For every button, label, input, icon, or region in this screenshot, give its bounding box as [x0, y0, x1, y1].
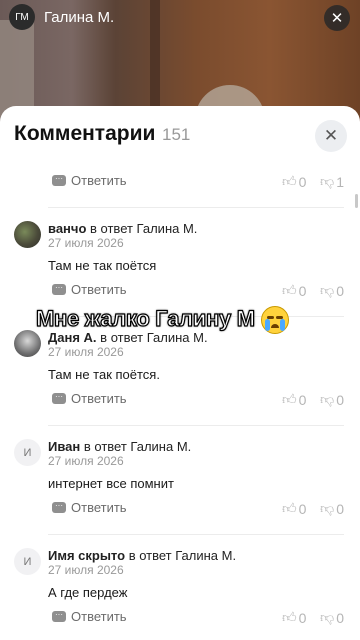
- overlay-caption: Мне жалко Галину М: [35, 305, 289, 335]
- reply-label: Ответить: [71, 173, 127, 188]
- sheet-title: Комментарии: [14, 122, 156, 145]
- overlay-caption-text: Мне жалко Галину М: [35, 305, 255, 331]
- like-count: 0: [298, 609, 307, 626]
- like-button[interactable]: 👍︎ 0: [282, 282, 306, 299]
- chat-icon: ···: [52, 175, 66, 186]
- comment-text: Там не так поётся.: [48, 367, 160, 382]
- divider: [48, 425, 344, 426]
- dislike-button[interactable]: 👎︎ 0: [320, 500, 344, 517]
- comment-author[interactable]: ванчо: [48, 221, 86, 236]
- top-bar: ГМ Галина М. ✕: [0, 0, 360, 34]
- divider: [48, 207, 344, 208]
- like-button[interactable]: 👍︎ 0: [282, 391, 306, 408]
- comments-sheet: Комментарии 151 ✕ ··· Ответить 👍︎ 0 👎︎ 1…: [0, 106, 360, 640]
- thumbs-down-icon: 👎︎: [320, 282, 335, 298]
- like-button[interactable]: 👍︎ 0: [282, 173, 306, 190]
- comment-header: ванчо в ответ Галина М.: [48, 221, 197, 236]
- comment-reply-to: в ответ Галина М.: [128, 548, 237, 563]
- comment-reply-to: в ответ Галина М.: [83, 439, 192, 454]
- avatar[interactable]: [14, 221, 41, 248]
- channel-name[interactable]: Галина М.: [44, 9, 114, 26]
- dislike-count: 0: [336, 282, 345, 299]
- like-count: 0: [298, 500, 307, 517]
- comment-author[interactable]: Иван: [48, 439, 80, 454]
- comment-date: 27 июля 2026: [48, 345, 124, 359]
- divider: [48, 534, 344, 535]
- thumbs-up-icon: 👍︎: [282, 282, 297, 298]
- reply-label: Ответить: [71, 391, 127, 406]
- dislike-button[interactable]: 👎︎ 1: [320, 173, 344, 190]
- thumbs-up-icon: 👍︎: [282, 609, 297, 625]
- comment-date: 27 июля 2026: [48, 563, 124, 577]
- like-count: 0: [298, 282, 307, 299]
- like-button[interactable]: 👍︎ 0: [282, 609, 306, 626]
- thumbs-up-icon: 👍︎: [282, 391, 297, 407]
- sheet-header: Комментарии 151 ✕: [0, 106, 360, 162]
- comments-count: 151: [162, 125, 191, 144]
- like-count: 0: [298, 391, 307, 408]
- loudly-crying-face-icon: [260, 306, 289, 335]
- comment-author[interactable]: Имя скрыто: [48, 548, 125, 563]
- dislike-count: 1: [336, 173, 345, 190]
- comment-header: Имя скрыто в ответ Галина М.: [48, 548, 236, 563]
- thumbs-down-icon: 👎︎: [320, 391, 335, 407]
- comment-text: интернет все помнит: [48, 476, 174, 491]
- thumbs-up-icon: 👍︎: [282, 173, 297, 189]
- reply-label: Ответить: [71, 500, 127, 515]
- dislike-button[interactable]: 👎︎ 0: [320, 609, 344, 626]
- dislike-button[interactable]: 👎︎ 0: [320, 282, 344, 299]
- close-icon[interactable]: ✕: [315, 120, 347, 152]
- dislike-count: 0: [336, 609, 345, 626]
- dislike-count: 0: [336, 500, 345, 517]
- comment-text: Там не так поётся: [48, 258, 157, 273]
- comment-actions: ··· Ответить 👍︎ 0 👎︎ 0: [0, 388, 360, 412]
- comment-actions: ··· Ответить 👍︎ 0 👎︎ 0: [0, 606, 360, 630]
- comment-date: 27 июля 2026: [48, 454, 124, 468]
- comment-date: 27 июля 2026: [48, 236, 124, 250]
- like-button[interactable]: 👍︎ 0: [282, 500, 306, 517]
- comment-reply-to: в ответ Галина М.: [90, 221, 198, 236]
- dislike-button[interactable]: 👎︎ 0: [320, 391, 344, 408]
- chat-icon: ···: [52, 284, 66, 295]
- thumbs-down-icon: 👎︎: [320, 500, 335, 516]
- comment-actions: ··· Ответить 👍︎ 0 👎︎ 1: [0, 170, 360, 194]
- chat-icon: ···: [52, 611, 66, 622]
- avatar[interactable]: И: [14, 439, 41, 466]
- dislike-count: 0: [336, 391, 345, 408]
- chat-icon: ···: [52, 393, 66, 404]
- reply-button[interactable]: ··· Ответить: [52, 282, 127, 297]
- reply-label: Ответить: [71, 609, 127, 624]
- comment-actions: ··· Ответить 👍︎ 0 👎︎ 0: [0, 497, 360, 521]
- reply-label: Ответить: [71, 282, 127, 297]
- reply-button[interactable]: ··· Ответить: [52, 391, 127, 406]
- reply-button[interactable]: ··· Ответить: [52, 609, 127, 624]
- chat-icon: ···: [52, 502, 66, 513]
- reply-button[interactable]: ··· Ответить: [52, 500, 127, 515]
- scrollbar[interactable]: [355, 194, 358, 208]
- close-icon[interactable]: ✕: [324, 5, 350, 31]
- comment-text: А где пердеж: [48, 585, 128, 600]
- like-count: 0: [298, 173, 307, 190]
- comment-header: Иван в ответ Галина М.: [48, 439, 191, 454]
- thumbs-down-icon: 👎︎: [320, 609, 335, 625]
- channel-avatar[interactable]: ГМ: [9, 4, 35, 30]
- thumbs-down-icon: 👎︎: [320, 173, 335, 189]
- avatar[interactable]: И: [14, 548, 41, 575]
- reply-button[interactable]: ··· Ответить: [52, 173, 127, 188]
- comment-actions: ··· Ответить 👍︎ 0 👎︎ 0: [0, 279, 360, 303]
- thumbs-up-icon: 👍︎: [282, 500, 297, 516]
